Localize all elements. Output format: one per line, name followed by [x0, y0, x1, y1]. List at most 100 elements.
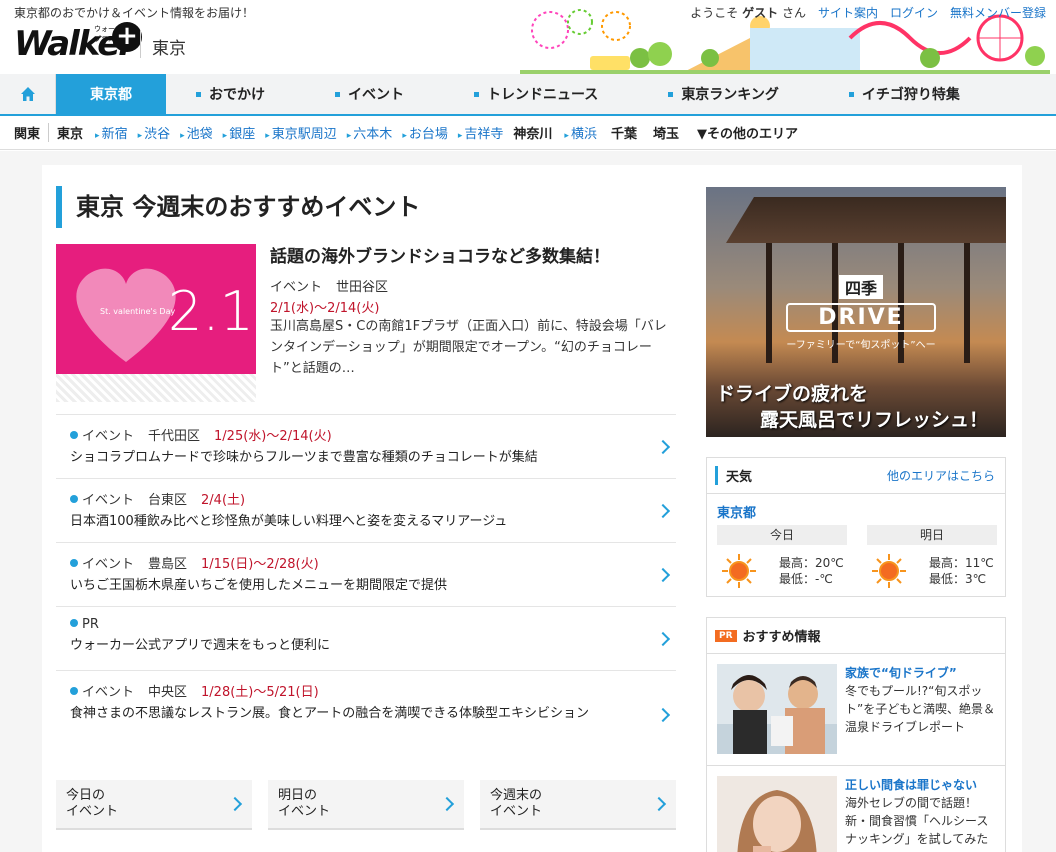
area-nav: 関東 東京 新宿 渋谷 池袋 銀座 東京駅周辺 六本木 お台場 吉祥寺 神奈川 … [0, 116, 1056, 150]
welcome-user: ゲスト [742, 6, 779, 20]
area-yokohama[interactable]: 横浜 [564, 123, 597, 142]
user-links: ようこそ ゲスト さん サイト案内 ログイン 無料メンバー登録 [690, 4, 1046, 21]
bullet-icon [70, 619, 78, 627]
weather-other-area-link[interactable]: 他のエリアはこちら [887, 467, 995, 484]
area-tokyo-station[interactable]: 東京駅周辺 [265, 123, 337, 142]
nav-event[interactable]: イベント [305, 74, 444, 114]
home-icon [20, 87, 35, 101]
site-header: 東京都のおでかけ＆イベント情報をお届け！ Walker ウォーカープラス + 東… [0, 0, 1056, 74]
ad-sub: ーファミリーで“旬スポット”へー [786, 340, 936, 351]
area-kichijoji[interactable]: 吉祥寺 [458, 123, 503, 142]
event-text: 食神さまの不思議なレストラン展。食とアートの融合を満喫できる体験型エキシビション [70, 706, 589, 721]
event-text: 日本酒100種飲み比べと珍怪魚が美味しい料理へと姿を変えるマリアージュ [70, 514, 508, 529]
nav-bullet-icon [668, 91, 674, 97]
weather-today: 今日 最高：20℃ 最低：-℃ [717, 525, 847, 591]
recommend-item[interactable]: 家族で“旬ドライブ” 冬でもプール!?“旬スポット”を子どもと満喫、絶景＆温泉ド… [707, 654, 1005, 766]
recommend-title: おすすめ情報 [742, 630, 821, 645]
bullet-icon [70, 495, 78, 503]
nav-bullet-icon [474, 91, 479, 97]
tomorrow-events-button[interactable]: 明日の イベント [268, 780, 464, 830]
chevron-right-icon [655, 707, 671, 722]
recommend-header: PR おすすめ情報 [707, 618, 1005, 654]
event-text: ウォーカー公式アプリで週末をもっと便利に [70, 638, 331, 653]
nav-tokyo-active[interactable]: 東京都 [56, 74, 166, 114]
area-ginza[interactable]: 銀座 [223, 123, 255, 142]
ad-kisetsu: 四季 [838, 275, 883, 299]
featured-area: 世田谷区 [336, 280, 389, 295]
area-shinjuku[interactable]: 新宿 [95, 123, 128, 142]
featured-image-stripes [56, 374, 256, 402]
ad-copy-line2: 露天風呂でリフレッシュ！ [760, 409, 989, 431]
area-roppongi[interactable]: 六本木 [347, 123, 392, 142]
ad-banner[interactable]: 四季 DRIVE ーファミリーで“旬スポット”へー ドライブの疲れを 露天風呂で… [706, 187, 1006, 437]
event-list: イベント 千代田区 1/25(水)〜2/14(火) ショコラプロムナードで珍味からフ… [56, 414, 676, 758]
welcome-text: ようこそ ゲスト さん [690, 6, 806, 20]
area-chiba[interactable]: 千葉 [611, 123, 645, 142]
featured-category: イベント [270, 280, 323, 295]
ad-copy-line1: ドライブの疲れを [716, 383, 869, 405]
today-events-button[interactable]: 今日の イベント [56, 780, 252, 830]
logo-divider [140, 30, 141, 58]
ad-badge: 四季 DRIVE ーファミリーで“旬スポット”へー [786, 275, 936, 351]
day-buttons: 今日の イベント 明日の イベント 今週末の イベント [56, 780, 676, 830]
free-signup-link[interactable]: 無料メンバー登録 [950, 4, 1046, 21]
bullet-icon [70, 559, 78, 567]
feature-image-caption: St. valentine's Day [100, 307, 175, 316]
nav-bullet-icon [335, 91, 340, 97]
site-logo[interactable]: Walker ウォーカープラス + [14, 20, 142, 68]
area-ikebukuro[interactable]: 池袋 [180, 123, 213, 142]
area-odaiba[interactable]: お台場 [402, 123, 448, 142]
recommend-item-desc: 海外セレブの間で話題！新・間食習慣「ヘルシースナッキング」を試してみた [845, 796, 989, 846]
featured-image-pink: 2.14 St. valentine's Day [56, 244, 256, 374]
nav-odekake[interactable]: おでかけ [166, 74, 305, 114]
chevron-right-icon [655, 631, 671, 646]
area-tokyo[interactable]: 東京 [57, 123, 91, 142]
weather-city[interactable]: 東京都 [717, 502, 1005, 521]
pr-tag: PR [715, 629, 737, 642]
feature-image-date: 2.14 [168, 280, 256, 343]
area-shibuya[interactable]: 渋谷 [138, 123, 170, 142]
event-row[interactable]: イベント 中央区 1/28(土)〜5/21(日) 食神さまの不思議なレストラン展。食… [56, 670, 676, 758]
nav-home[interactable] [0, 74, 56, 114]
nav-strawberry[interactable]: イチゴ狩り特集 [819, 74, 1000, 114]
area-saitama[interactable]: 埼玉 [653, 123, 687, 142]
recommend-item[interactable]: 正しい間食は罪じゃない 海外セレブの間で話題！新・間食習慣「ヘルシースナッキング… [707, 766, 1005, 852]
sun-icon [867, 551, 911, 591]
bullet-icon [70, 431, 78, 439]
nav-tokyo-ranking[interactable]: 東京ランキング [638, 74, 819, 114]
main-nav: 東京都 おでかけ イベント トレンドニュース 東京ランキング イチゴ狩り特集 [0, 74, 1056, 116]
featured-date: 2/1(水)〜2/14(火) [270, 301, 380, 316]
featured-image[interactable]: 2.14 St. valentine's Day [56, 244, 256, 402]
bullet-icon [70, 687, 78, 695]
weather-tomorrow: 明日 最高：11℃ 最低：3℃ [867, 525, 997, 591]
logo-plus-icon: + [112, 22, 142, 52]
weather-title: 天気 [715, 466, 752, 485]
heart-icon: 2.14 St. valentine's Day [76, 268, 256, 362]
recommend-photo [717, 776, 837, 852]
event-row[interactable]: イベント 豊島区 1/15(日)〜2/28(火) いちご王国栃木県産いちごを使用した… [56, 542, 676, 606]
recommend-photo [717, 664, 837, 754]
event-row[interactable]: イベント 千代田区 1/25(水)〜2/14(火) ショコラプロムナードで珍味からフ… [56, 414, 676, 478]
featured-title[interactable]: 話題の海外ブランドショコラなど多数集結！ [270, 242, 610, 267]
area-other-dropdown[interactable]: ▼その他のエリア [697, 123, 798, 142]
event-row-pr[interactable]: PR ウォーカー公式アプリで週末をもっと便利に [56, 606, 676, 670]
ad-drive: DRIVE [786, 303, 936, 332]
site-guide-link[interactable]: サイト案内 [818, 4, 878, 21]
site-tagline: 東京都のおでかけ＆イベント情報をお届け！ [14, 6, 255, 20]
event-text: ショコラプロムナードで珍味からフルーツまで豊富な種類のチョコレートが集結 [70, 450, 538, 465]
weather-box: 天気 他のエリアはこちら 東京都 今日 最高：20℃ 最低：-℃ 明日 最高：1… [706, 457, 1006, 597]
area-kanto[interactable]: 関東 [14, 123, 50, 142]
login-link[interactable]: ログイン [890, 4, 938, 21]
recommend-item-desc: 冬でもプール!?“旬スポット”を子どもと満喫、絶景＆温泉ドライブレポート [845, 684, 995, 734]
weather-header: 天気 他のエリアはこちら [707, 458, 1005, 494]
nav-bullet-icon [848, 91, 854, 97]
sun-icon [717, 551, 761, 591]
recommend-box: PR おすすめ情報 家族で“旬ドライブ” 冬でもプール!?“旬スポット”を子どもと… [706, 617, 1006, 852]
event-row[interactable]: イベント 台東区 2/4(土) 日本酒100種飲み比べと珍怪魚が美味しい料理へと姿を… [56, 478, 676, 542]
ad-roof [726, 197, 1006, 243]
section-title: 東京 今週末のおすすめイベント [56, 186, 420, 228]
area-kanagawa[interactable]: 神奈川 [513, 123, 560, 142]
nav-trend-news[interactable]: トレンドニュース [444, 74, 638, 114]
weekend-events-button[interactable]: 今週末の イベント [480, 780, 676, 830]
nav-bullet-icon [196, 91, 201, 97]
